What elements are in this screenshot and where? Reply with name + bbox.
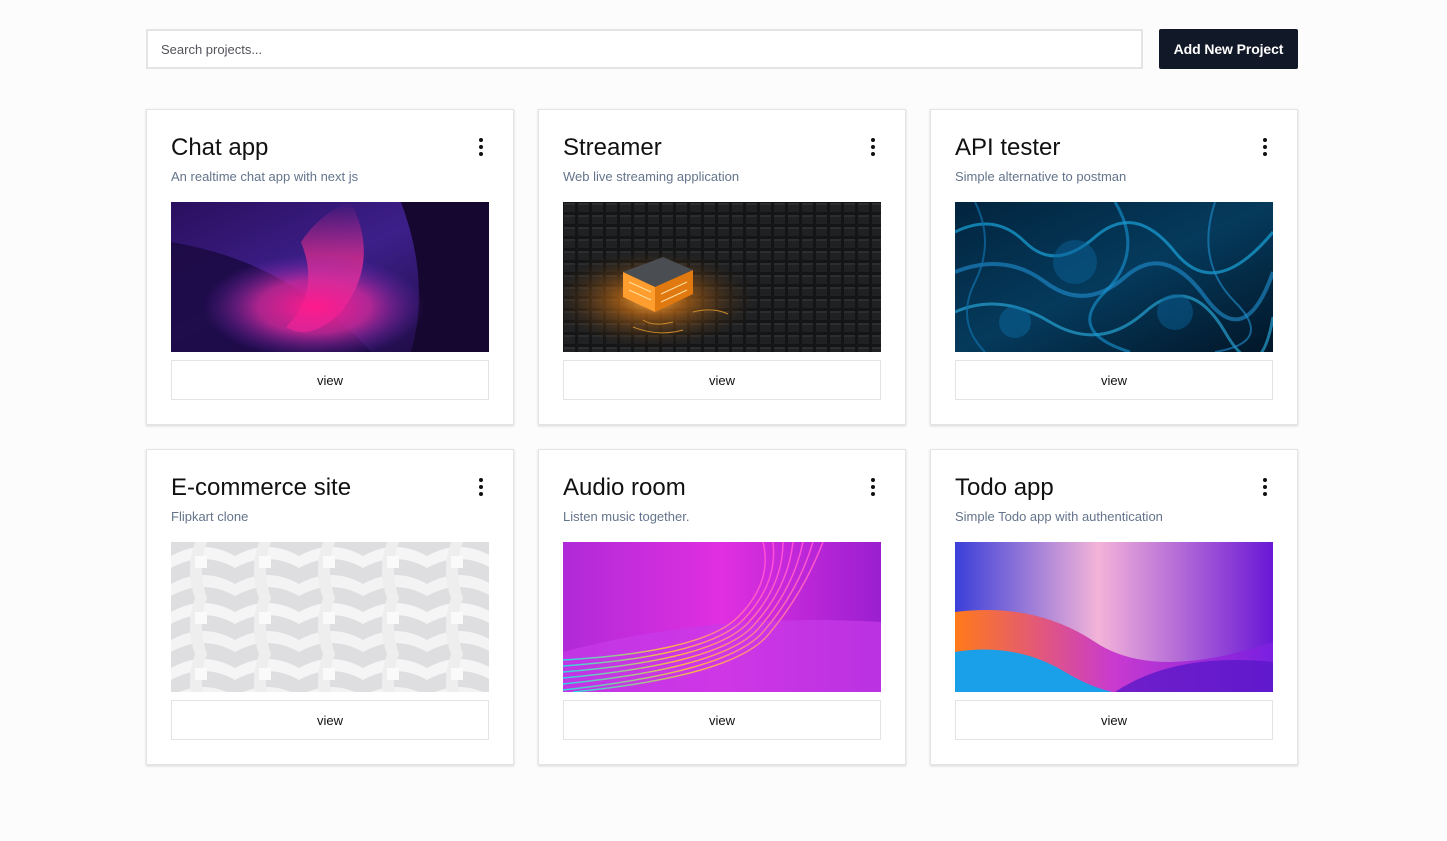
view-button[interactable]: view bbox=[955, 360, 1273, 400]
view-button[interactable]: view bbox=[955, 700, 1273, 740]
project-title: E-commerce site bbox=[171, 474, 352, 501]
view-button[interactable]: view bbox=[563, 700, 881, 740]
project-description: Listen music together. bbox=[563, 509, 690, 524]
view-button[interactable]: view bbox=[171, 360, 489, 400]
project-description: Flipkart clone bbox=[171, 509, 249, 524]
search-input[interactable] bbox=[146, 29, 1143, 69]
project-description: An realtime chat app with next js bbox=[171, 169, 359, 184]
project-description: Simple Todo app with authentication bbox=[955, 509, 1163, 524]
more-options-icon[interactable] bbox=[863, 136, 883, 158]
more-options-icon[interactable] bbox=[863, 476, 883, 498]
project-title: API tester bbox=[955, 134, 1061, 161]
view-button[interactable]: view bbox=[563, 360, 881, 400]
project-title: Audio room bbox=[563, 474, 686, 501]
project-description: Simple alternative to postman bbox=[955, 169, 1127, 184]
page-container: Add New Project Chat app An realtime cha… bbox=[146, 29, 1298, 765]
project-card: Chat app An realtime chat app with next … bbox=[146, 109, 514, 425]
blue-fluid-image bbox=[955, 202, 1273, 352]
add-new-project-button[interactable]: Add New Project bbox=[1159, 29, 1298, 69]
project-card: E-commerce site Flipkart clone view bbox=[146, 449, 514, 765]
project-title: Todo app bbox=[955, 474, 1054, 501]
project-title: Chat app bbox=[171, 134, 269, 161]
violet-orange-wave-image bbox=[955, 542, 1273, 692]
toolbar: Add New Project bbox=[146, 29, 1298, 69]
project-description: Web live streaming application bbox=[563, 169, 740, 184]
project-title: Streamer bbox=[563, 134, 662, 161]
white-weave-pattern-image bbox=[171, 542, 489, 692]
more-options-icon[interactable] bbox=[1255, 476, 1275, 498]
magenta-lines-image bbox=[563, 542, 881, 692]
purple-pink-gradient-image bbox=[171, 202, 489, 352]
more-options-icon[interactable] bbox=[471, 136, 491, 158]
more-options-icon[interactable] bbox=[471, 476, 491, 498]
more-options-icon[interactable] bbox=[1255, 136, 1275, 158]
view-button[interactable]: view bbox=[171, 700, 489, 740]
project-card: Audio room Listen music together. view bbox=[538, 449, 906, 765]
project-card: API tester Simple alternative to postman bbox=[930, 109, 1298, 425]
project-card: Streamer Web live streaming application bbox=[538, 109, 906, 425]
project-card: Todo app Simple Todo app with authentica… bbox=[930, 449, 1298, 765]
glowing-chip-image bbox=[563, 202, 881, 352]
